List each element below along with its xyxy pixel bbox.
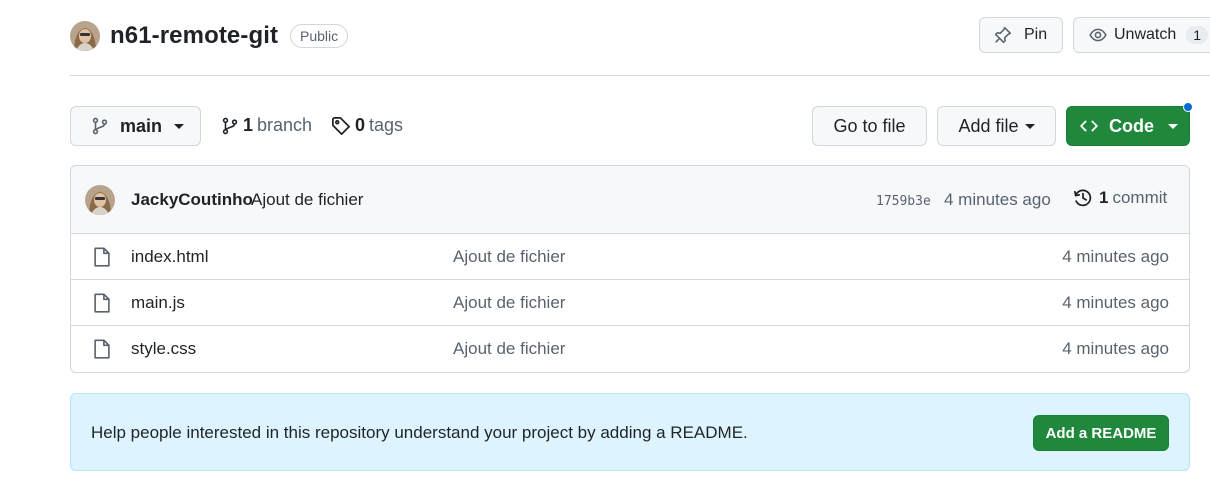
commit-author[interactable]: JackyCoutinho (131, 190, 253, 210)
latest-commit-row: JackyCoutinho Ajout de fichier 1759b3e 4… (71, 166, 1189, 234)
code-button[interactable]: Code (1066, 106, 1190, 146)
repo-name[interactable]: n61-remote-git (110, 22, 278, 50)
file-time: 4 minutes ago (1062, 247, 1169, 266)
readme-banner: Help people interested in this repositor… (70, 393, 1190, 471)
file-list: JackyCoutinho Ajout de fichier 1759b3e 4… (70, 165, 1190, 373)
pin-label: Pin (1024, 26, 1048, 43)
file-name[interactable]: style.css (131, 339, 196, 359)
commit-message[interactable]: Ajout de fichier (251, 190, 363, 210)
file-icon (93, 339, 111, 362)
code-label: Code (1109, 115, 1154, 136)
readme-prompt-text: Help people interested in this repositor… (91, 423, 748, 442)
tag-icon (331, 116, 351, 136)
commit-time: 4 minutes ago (944, 190, 1051, 209)
history-icon (1073, 188, 1093, 208)
file-time: 4 minutes ago (1062, 339, 1169, 358)
commit-count: 1 (1099, 188, 1109, 207)
file-name[interactable]: main.js (131, 293, 185, 313)
owner-avatar[interactable] (70, 21, 100, 51)
commit-sha[interactable]: 1759b3e (876, 194, 931, 209)
file-row[interactable]: main.js Ajout de fichier 4 minutes ago (71, 280, 1189, 326)
branch-selector[interactable]: main (70, 106, 201, 146)
file-name[interactable]: index.html (131, 247, 208, 267)
branch-label: branch (257, 115, 313, 135)
tag-count: 0 (355, 115, 366, 135)
go-to-file-button[interactable]: Go to file (812, 106, 927, 146)
chevron-down-icon (1168, 123, 1178, 129)
branch-name: main (120, 115, 163, 136)
code-icon (1078, 117, 1100, 135)
file-row[interactable]: index.html Ajout de fichier 4 minutes ag… (71, 234, 1189, 280)
branches-link[interactable]: 1 branch (221, 115, 312, 136)
tags-link[interactable]: 0 tags (331, 115, 403, 136)
file-icon (93, 293, 111, 316)
author-avatar[interactable] (85, 185, 115, 215)
branch-count: 1 (243, 115, 254, 135)
watch-count: 1 (1186, 26, 1209, 44)
file-commit-message[interactable]: Ajout de fichier (453, 293, 565, 313)
commit-label: commit (1112, 188, 1168, 207)
branch-icon (221, 116, 239, 136)
file-commit-message[interactable]: Ajout de fichier (453, 339, 565, 359)
chevron-down-icon (174, 123, 185, 129)
file-row[interactable]: style.css Ajout de fichier 4 minutes ago (71, 326, 1189, 372)
file-icon (93, 247, 111, 270)
add-file-label: Add file (958, 115, 1019, 136)
file-commit-message[interactable]: Ajout de fichier (453, 247, 565, 267)
chevron-down-icon (1024, 123, 1035, 129)
branch-icon (91, 116, 109, 136)
eye-icon (1088, 26, 1108, 44)
add-file-button[interactable]: Add file (937, 106, 1056, 146)
unwatch-button[interactable]: Unwatch 1 (1073, 17, 1210, 53)
file-time: 4 minutes ago (1062, 293, 1169, 312)
pin-icon (994, 26, 1012, 44)
notification-dot (1183, 102, 1193, 112)
commit-history-link[interactable]: 1 commit (1073, 188, 1167, 208)
unwatch-label: Unwatch (1114, 26, 1177, 43)
add-readme-button[interactable]: Add a README (1033, 415, 1169, 451)
visibility-badge: Public (290, 24, 349, 48)
tag-label: tags (369, 115, 404, 135)
pin-button[interactable]: Pin (979, 17, 1063, 53)
